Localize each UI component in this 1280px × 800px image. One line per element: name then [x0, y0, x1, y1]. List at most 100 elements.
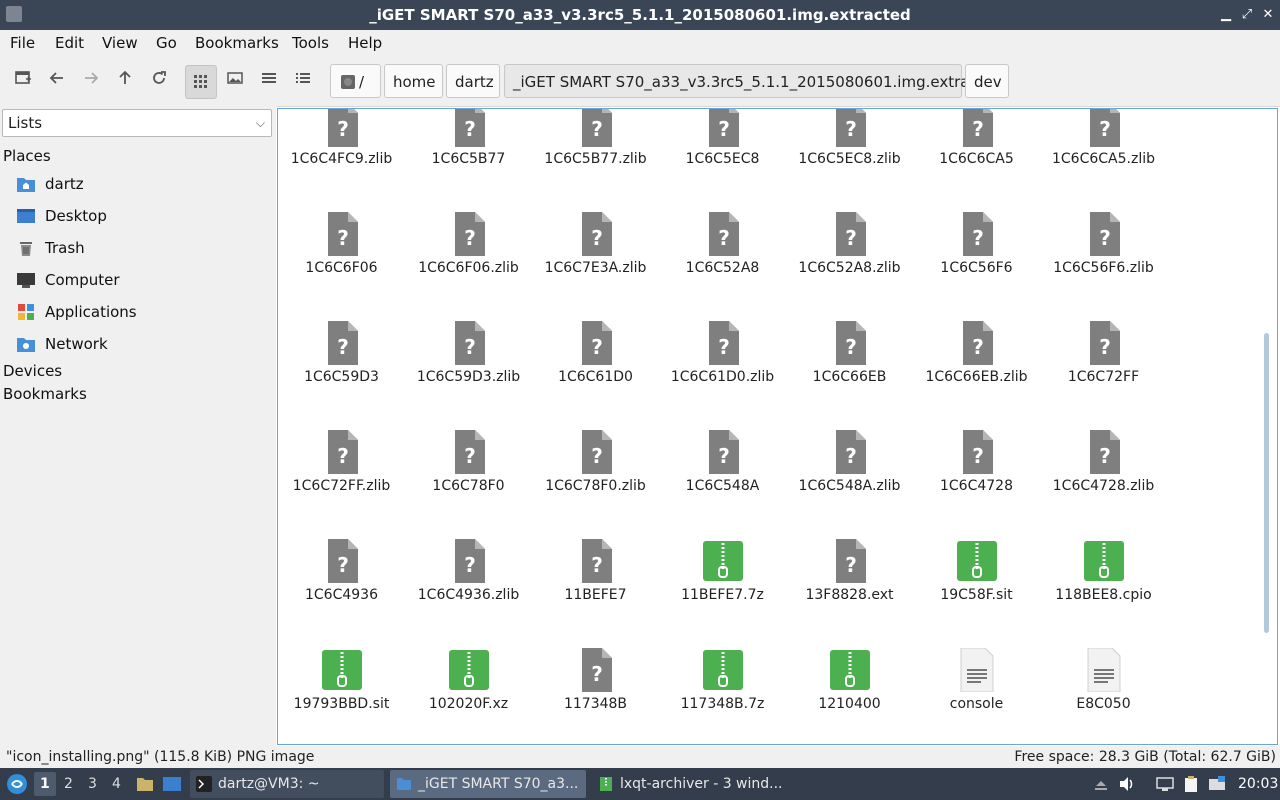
- show-desktop-icon[interactable]: [162, 775, 182, 793]
- file-view[interactable]: ? 1C6C4FC9.zlib? 1C6C5B77? 1C6C5B77.zlib? 1C…: [277, 108, 1278, 745]
- desktop-switch-3[interactable]: 3: [88, 776, 97, 792]
- volume-icon[interactable]: [1118, 776, 1136, 792]
- update-notifier-icon[interactable]: [1208, 776, 1226, 792]
- menu-view[interactable]: View: [102, 34, 138, 52]
- file-item[interactable]: ? 1C6C4FC9.zlib: [278, 109, 405, 212]
- vertical-scrollbar[interactable]: [1264, 333, 1269, 633]
- breadcrumb-home[interactable]: home: [384, 64, 443, 98]
- file-item[interactable]: 1210400: [786, 648, 913, 744]
- file-item[interactable]: ? 1C6C52A8: [659, 212, 786, 321]
- sidebar-item-label: Applications: [45, 303, 137, 321]
- file-item[interactable]: ? 1C6C4936: [278, 539, 405, 648]
- file-manager-launcher-icon[interactable]: [136, 775, 154, 793]
- devices-header[interactable]: Devices: [3, 362, 62, 380]
- menu-edit[interactable]: Edit: [55, 34, 84, 52]
- unknown-file-icon: ?: [957, 109, 997, 147]
- back-arrow-icon[interactable]: [44, 68, 70, 94]
- file-item[interactable]: ? 1C6C61D0.zlib: [659, 321, 786, 430]
- file-item[interactable]: console: [913, 647, 1040, 744]
- file-item[interactable]: ? 1C6C61D0: [532, 321, 659, 430]
- task-file-manager[interactable]: _iGET SMART S70_a3...: [390, 770, 586, 798]
- task-archiver[interactable]: lxqt-archiver - 3 wind...: [592, 770, 788, 798]
- file-item[interactable]: ? 11BEFE7: [532, 539, 659, 648]
- unknown-file-icon: ?: [830, 212, 870, 256]
- file-item[interactable]: 19793BBD.sit: [278, 648, 405, 744]
- file-item[interactable]: ? 1C6C6CA5: [913, 109, 1040, 212]
- task-terminal[interactable]: dartz@VM3: ~: [190, 770, 384, 798]
- breadcrumb-root[interactable]: /: [330, 64, 381, 98]
- minimize-button[interactable]: ▁: [1216, 5, 1236, 25]
- file-item[interactable]: ? 1C6C56F6: [913, 212, 1040, 321]
- file-item[interactable]: ? 1C6C78F0: [405, 430, 532, 539]
- up-arrow-icon[interactable]: [112, 68, 138, 94]
- file-item[interactable]: ? 1C6C72FF: [1040, 321, 1167, 430]
- reload-icon[interactable]: [146, 68, 172, 94]
- file-item[interactable]: ? 1C6C5EC8.zlib: [786, 109, 913, 212]
- icon-view-icon[interactable]: [185, 65, 217, 99]
- file-item[interactable]: ? 117348B: [532, 648, 659, 744]
- file-item[interactable]: ? 1C6C5EC8: [659, 109, 786, 212]
- file-item[interactable]: 102020F.xz: [405, 648, 532, 744]
- menu-help[interactable]: Help: [348, 34, 382, 52]
- sidebar-item-dartz[interactable]: dartz: [16, 172, 266, 198]
- desktop-switch-4[interactable]: 4: [112, 776, 121, 792]
- desktop-switch-2[interactable]: 2: [64, 776, 73, 792]
- file-item[interactable]: E8C050: [1040, 647, 1167, 744]
- file-item[interactable]: ? 1C6C6CA5.zlib: [1040, 109, 1167, 212]
- menu-tools[interactable]: Tools: [292, 34, 329, 52]
- file-item[interactable]: ? 1C6C4728: [913, 430, 1040, 539]
- file-item[interactable]: ? 1C6C7E3A.zlib: [532, 212, 659, 321]
- file-item[interactable]: ? 1C6C5B77.zlib: [532, 109, 659, 212]
- file-item[interactable]: ? 1C6C59D3.zlib: [405, 321, 532, 430]
- file-item[interactable]: ? 1C6C4728.zlib: [1040, 430, 1167, 539]
- file-item[interactable]: ? 1C6C66EB.zlib: [913, 321, 1040, 430]
- tray-arrow-icon[interactable]: [1092, 776, 1110, 792]
- file-item[interactable]: ? 13F8828.ext: [786, 539, 913, 648]
- file-item[interactable]: 11BEFE7.7z: [659, 539, 786, 648]
- file-item[interactable]: ? 1C6C66EB: [786, 321, 913, 430]
- clipboard-icon[interactable]: [1182, 776, 1200, 792]
- file-item[interactable]: ? 1C6C6F06: [278, 212, 405, 321]
- sidebar-item-applications[interactable]: Applications: [16, 300, 266, 326]
- close-button[interactable]: ✕: [1258, 5, 1278, 25]
- maximize-button[interactable]: ⤢: [1237, 5, 1257, 25]
- sidebar-item-label: Network: [45, 335, 108, 353]
- file-item[interactable]: ? 1C6C56F6.zlib: [1040, 212, 1167, 321]
- new-tab-icon[interactable]: [10, 68, 36, 94]
- sidebar-item-computer[interactable]: Computer: [16, 268, 266, 294]
- sidebar-item-desktop[interactable]: Desktop: [16, 204, 266, 230]
- breadcrumb-extracted[interactable]: _iGET SMART S70_a33_v3.3rc5_5.1.1_201508…: [504, 64, 1002, 98]
- file-item[interactable]: 19C58F.sit: [913, 539, 1040, 648]
- menu-go[interactable]: Go: [156, 34, 177, 52]
- detailed-list-icon[interactable]: [290, 68, 316, 94]
- file-item[interactable]: ? 1C6C548A.zlib: [786, 430, 913, 539]
- bookmarks-header[interactable]: Bookmarks: [3, 385, 87, 403]
- forward-arrow-icon[interactable]: [78, 68, 104, 94]
- menu-bookmarks[interactable]: Bookmarks: [195, 34, 279, 52]
- file-name: 13F8828.ext: [805, 587, 894, 603]
- sidebar-item-network[interactable]: Network: [16, 332, 266, 358]
- compact-view-icon[interactable]: [256, 68, 282, 94]
- sidebar-item-trash[interactable]: Trash: [16, 236, 266, 262]
- file-item[interactable]: ? 1C6C78F0.zlib: [532, 430, 659, 539]
- breadcrumb-dev[interactable]: dev: [965, 64, 1009, 98]
- file-item[interactable]: ? 1C6C52A8.zlib: [786, 212, 913, 321]
- file-name: 1C6C61D0.zlib: [670, 369, 775, 385]
- file-item[interactable]: ? 1C6C548A: [659, 430, 786, 539]
- file-item[interactable]: ? 1C6C4936.zlib: [405, 539, 532, 648]
- thumbnail-view-icon[interactable]: [222, 68, 248, 94]
- breadcrumb-dartz[interactable]: dartz: [446, 64, 500, 98]
- file-item[interactable]: ? 1C6C6F06.zlib: [405, 212, 532, 321]
- file-item[interactable]: ? 1C6C59D3: [278, 321, 405, 430]
- places-header[interactable]: Places: [3, 147, 51, 165]
- side-pane-mode-select[interactable]: Lists ⌵: [2, 109, 272, 137]
- file-item[interactable]: ? 1C6C72FF.zlib: [278, 430, 405, 539]
- desktop-switch-1[interactable]: 1: [40, 776, 50, 792]
- file-item[interactable]: ? 1C6C5B77: [405, 109, 532, 212]
- network-monitor-icon[interactable]: [1156, 776, 1174, 792]
- clock[interactable]: 20:03: [1238, 776, 1278, 792]
- file-item[interactable]: 117348B.7z: [659, 648, 786, 744]
- file-item[interactable]: 118BEE8.cpio: [1040, 539, 1167, 648]
- start-menu-icon[interactable]: [6, 773, 28, 795]
- menu-file[interactable]: File: [10, 34, 35, 52]
